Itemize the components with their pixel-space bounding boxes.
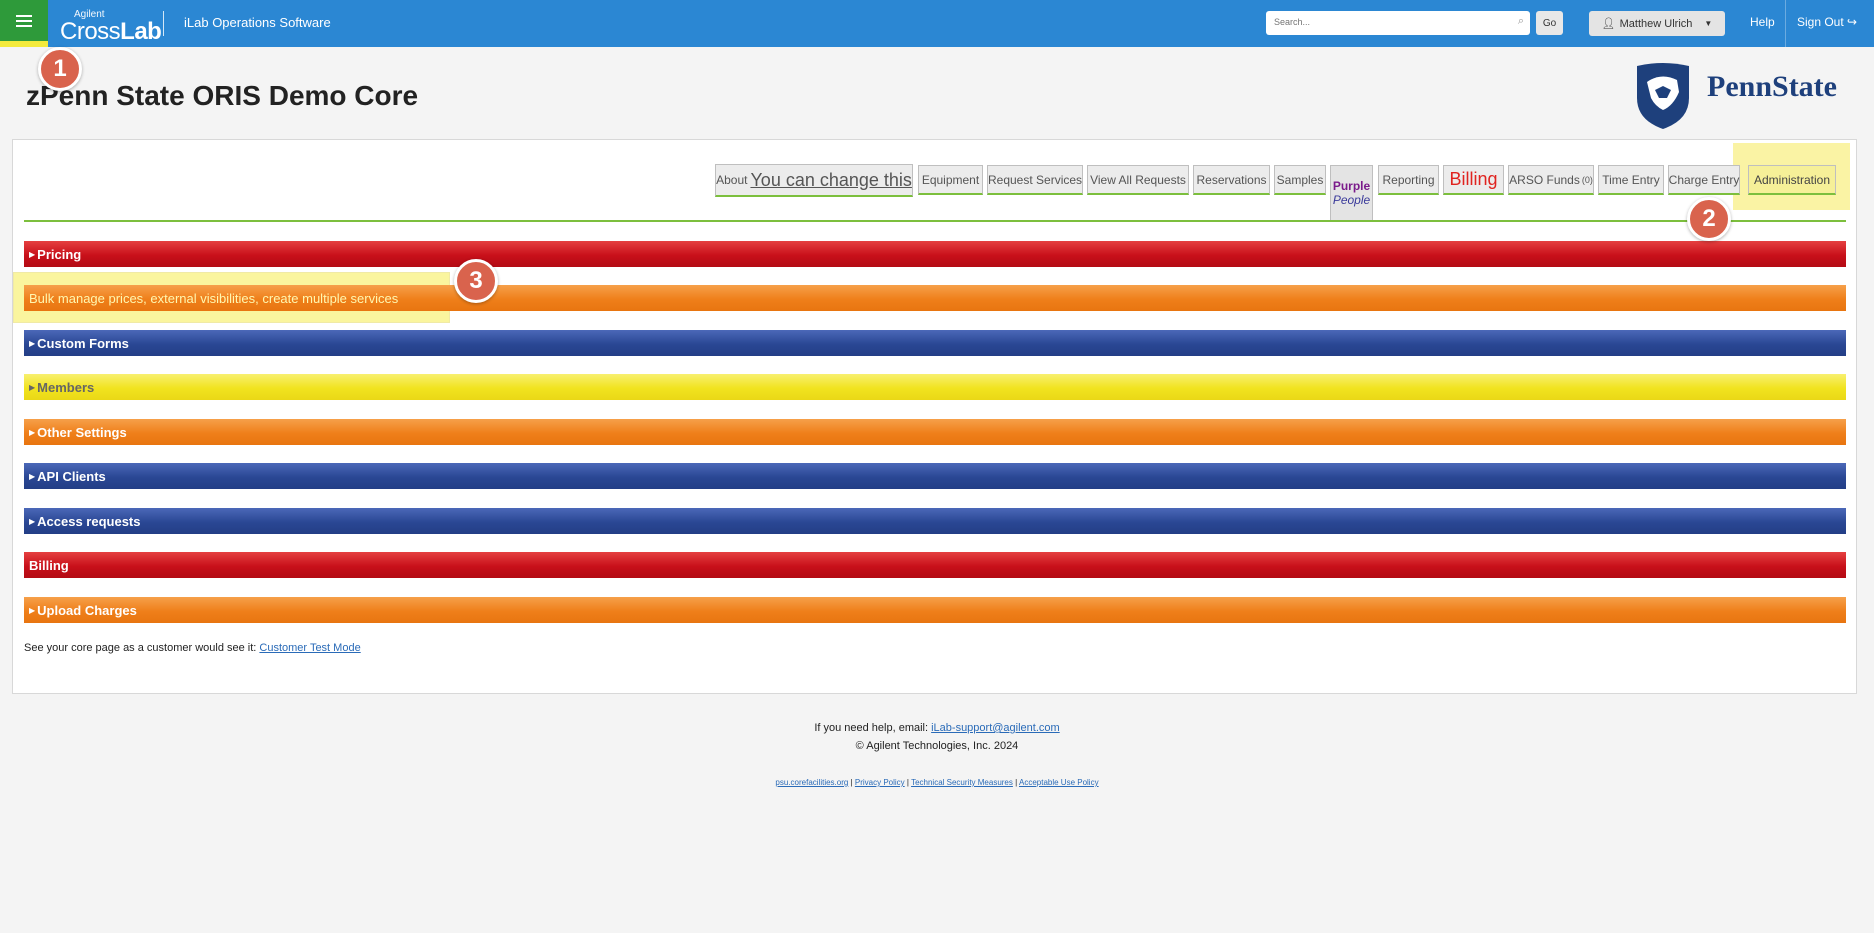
privacy-policy-link[interactable]: Privacy Policy [855,778,905,787]
support-email-link[interactable]: iLab-support@agilent.com [931,722,1060,734]
tab-equipment[interactable]: Equipment [918,165,983,195]
footer-separator: | [1015,778,1018,787]
section-label: Other Settings [37,424,127,440]
section-api-clients[interactable]: ▶ API Clients [24,463,1846,489]
section-label: Pricing [37,246,82,262]
section-bulk-manage[interactable]: Bulk manage prices, external visibilitie… [24,285,1846,311]
test-mode-text: See your core page as a customer would s… [24,642,260,654]
help-link[interactable]: Help [1750,15,1775,29]
tab-charge-entry[interactable]: Charge Entry [1668,165,1740,195]
page-title: zPenn State ORIS Demo Core [26,80,419,111]
footer-separator: | [906,778,909,787]
logo-crosslab-text: CrossLab [60,18,162,45]
search-input[interactable] [1266,11,1512,33]
section-label: API Clients [37,468,106,484]
user-icon: 👤︎ [1601,18,1616,30]
section-other-settings[interactable]: ▶ Other Settings [24,419,1846,445]
tab-about-label: About [716,173,748,187]
section-members[interactable]: ▶ Members [24,374,1846,400]
tab-samples[interactable]: Samples [1274,165,1326,195]
technical-security-link[interactable]: Technical Security Measures [911,778,1013,787]
footer-help: If you need help, email: iLab-support@ag… [0,722,1874,734]
tab-arso-count: (0) [1581,174,1593,185]
callout-marker-1: 1 [38,47,82,91]
tabs-underline [24,220,1846,222]
tab-purple-people[interactable]: Purple People [1330,165,1373,220]
search-box[interactable]: ⌕ [1266,11,1530,35]
callout-marker-3: 3 [454,259,498,303]
section-label: Upload Charges [37,602,137,618]
tab-reporting[interactable]: Reporting [1378,165,1439,195]
footer-links: psu.corefacilities.org | Privacy Policy … [0,778,1874,787]
corefacilities-link[interactable]: psu.corefacilities.org [775,778,848,787]
section-upload-charges[interactable]: ▶ Upload Charges [24,597,1846,623]
callout-marker-2: 2 [1687,197,1731,241]
hamburger-menu-button[interactable] [0,0,48,47]
tab-view-all-requests[interactable]: View All Requests [1087,165,1189,195]
tab-billing[interactable]: Billing [1443,165,1504,195]
top-navigation-bar: Agilent CrossLab iLab Operations Softwar… [0,0,1874,47]
pennstate-wordmark: PennState [1707,70,1837,103]
search-go-button[interactable]: Go [1536,11,1563,35]
expand-triangle-icon: ▶ [29,471,36,481]
footer-separator: | [850,778,853,787]
customer-test-mode-link[interactable]: Customer Test Mode [259,642,360,654]
tab-purple-line2: People [1332,193,1371,207]
section-label: Members [37,379,95,395]
customer-test-mode-note: See your core page as a customer would s… [24,642,361,654]
footer-copyright: © Agilent Technologies, Inc. 2024 [855,740,1019,752]
search-icon[interactable]: ⌕ [1518,15,1524,28]
section-label: Billing [29,557,69,573]
app-name: iLab Operations Software [184,15,331,30]
menu-icon [16,19,32,22]
section-pricing[interactable]: ▶ Pricing [24,241,1846,267]
user-menu-button[interactable]: 👤︎ Matthew Ulrich ▼ [1589,11,1725,36]
tab-arso-label: ARSO Funds [1509,172,1580,187]
header-divider [163,11,164,36]
tab-purple-line1: Purple [1332,178,1371,193]
pennstate-logo: PennState [1633,62,1858,132]
acceptable-use-link[interactable]: Acceptable Use Policy [1019,778,1099,787]
expand-triangle-icon: ▶ [29,249,36,259]
tab-request-services[interactable]: Request Services [987,165,1083,195]
section-custom-forms[interactable]: ▶ Custom Forms [24,330,1846,356]
user-name: Matthew Ulrich [1619,17,1693,30]
tab-about-title: You can change this [750,169,912,190]
expand-triangle-icon: ▶ [29,427,36,437]
header-separator [1785,0,1786,47]
chevron-down-icon: ▼ [1704,19,1713,28]
sign-out-icon: ↪ [1847,15,1858,29]
tab-arso-funds[interactable]: ARSO Funds (0) [1508,165,1594,195]
section-billing[interactable]: Billing [24,552,1846,578]
section-label: Custom Forms [37,335,129,351]
tab-administration[interactable]: Administration [1748,165,1836,195]
footer-help-text: If you need help, email: [814,722,932,734]
expand-triangle-icon: ▶ [29,338,36,348]
expand-triangle-icon: ▶ [29,516,36,526]
section-label: Access requests [37,513,141,529]
expand-triangle-icon: ▶ [29,382,36,392]
section-label: Bulk manage prices, external visibilitie… [29,290,399,306]
sign-out-link[interactable]: Sign Out ↪ [1797,15,1857,29]
tab-reservations[interactable]: Reservations [1193,165,1270,195]
tab-about[interactable]: About You can change this [715,164,913,197]
section-access-requests[interactable]: ▶ Access requests [24,508,1846,534]
nittany-lion-shield-icon [1637,63,1689,129]
expand-triangle-icon: ▶ [29,605,36,615]
tab-time-entry[interactable]: Time Entry [1598,165,1664,195]
